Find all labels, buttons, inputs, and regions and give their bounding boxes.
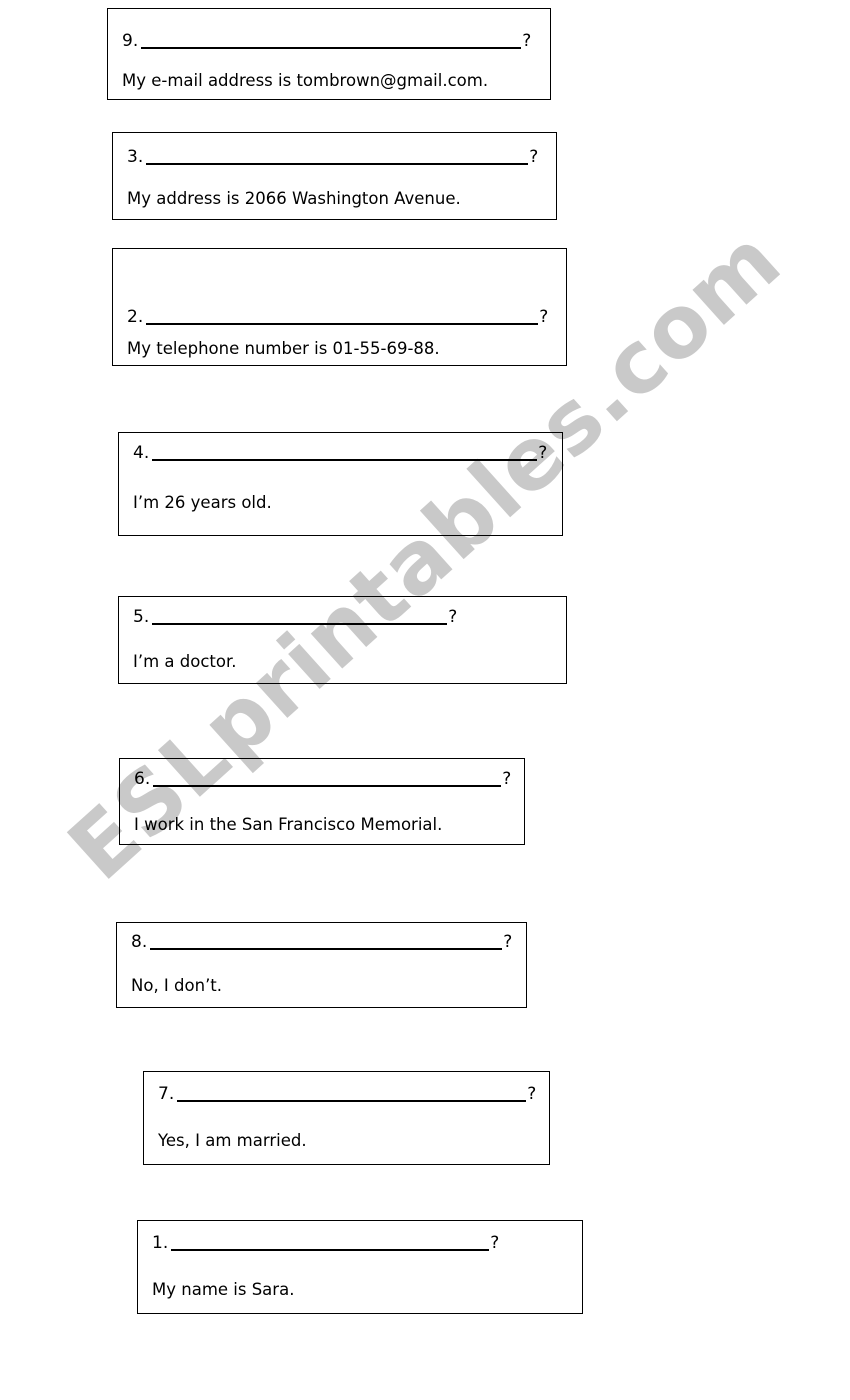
question-number: 8. [131,932,148,952]
answer-text: I’m a doctor. [133,652,237,671]
question-box: 8.? No, I don’t. [116,922,527,1008]
answer-blank-line[interactable] [146,150,529,165]
question-box: 6.? I work in the San Francisco Memorial. [119,758,525,845]
question-mark: ? [522,31,532,51]
question-prompt-row: 4.? [133,445,547,462]
answer-text: I work in the San Francisco Memorial. [134,815,443,834]
question-number: 3. [127,147,144,167]
question-number: 6. [134,769,151,789]
question-box: 4.? I’m 26 years old. [118,432,563,536]
answer-blank-line[interactable] [171,1236,490,1251]
answer-text: My e-mail address is tombrown@gmail.com. [122,71,489,90]
question-mark: ? [539,307,549,327]
answer-blank-line[interactable] [152,610,448,625]
answer-text: My address is 2066 Washington Avenue. [127,189,461,208]
question-mark: ? [503,932,513,952]
question-mark: ? [502,769,512,789]
question-prompt-row: 1.? [152,1235,499,1252]
answer-text: My name is Sara. [152,1280,295,1299]
answer-blank-line[interactable] [141,34,522,49]
question-mark: ? [490,1233,500,1253]
worksheet-page: ESLprintables.com 9.? My e-mail address i… [0,0,850,1400]
answer-text: No, I don’t. [131,976,223,995]
question-prompt-row: 5.? [133,609,457,626]
question-prompt-row: 6.? [134,771,511,788]
question-prompt-row: 9.? [122,33,531,50]
answer-blank-line[interactable] [150,935,503,950]
question-prompt-row: 2.? [127,309,548,326]
answer-blank-line[interactable] [152,446,538,461]
question-box: 9.? My e-mail address is tombrown@gmail.c… [107,8,551,100]
question-number: 1. [152,1233,169,1253]
question-box: 7.? Yes, I am married. [143,1071,550,1165]
question-number: 9. [122,31,139,51]
question-mark: ? [538,443,548,463]
answer-text: I’m 26 years old. [133,493,272,512]
question-number: 4. [133,443,150,463]
question-box: 2.? My telephone number is 01-55-69-88. [112,248,567,366]
question-mark: ? [529,147,539,167]
answer-blank-line[interactable] [146,310,539,325]
question-prompt-row: 8.? [131,934,512,951]
answer-text: Yes, I am married. [158,1131,307,1150]
question-box: 1.? My name is Sara. [137,1220,583,1314]
question-box: 3.? My address is 2066 Washington Avenue. [112,132,557,220]
question-prompt-row: 3.? [127,149,538,166]
question-box: 5.? I’m a doctor. [118,596,567,684]
answer-blank-line[interactable] [153,772,502,787]
question-number: 7. [158,1084,175,1104]
question-number: 2. [127,307,144,327]
question-mark: ? [448,607,458,627]
answer-blank-line[interactable] [177,1087,527,1102]
answer-text: My telephone number is 01-55-69-88. [127,339,440,358]
question-mark: ? [527,1084,537,1104]
question-prompt-row: 7.? [158,1086,536,1103]
question-number: 5. [133,607,150,627]
